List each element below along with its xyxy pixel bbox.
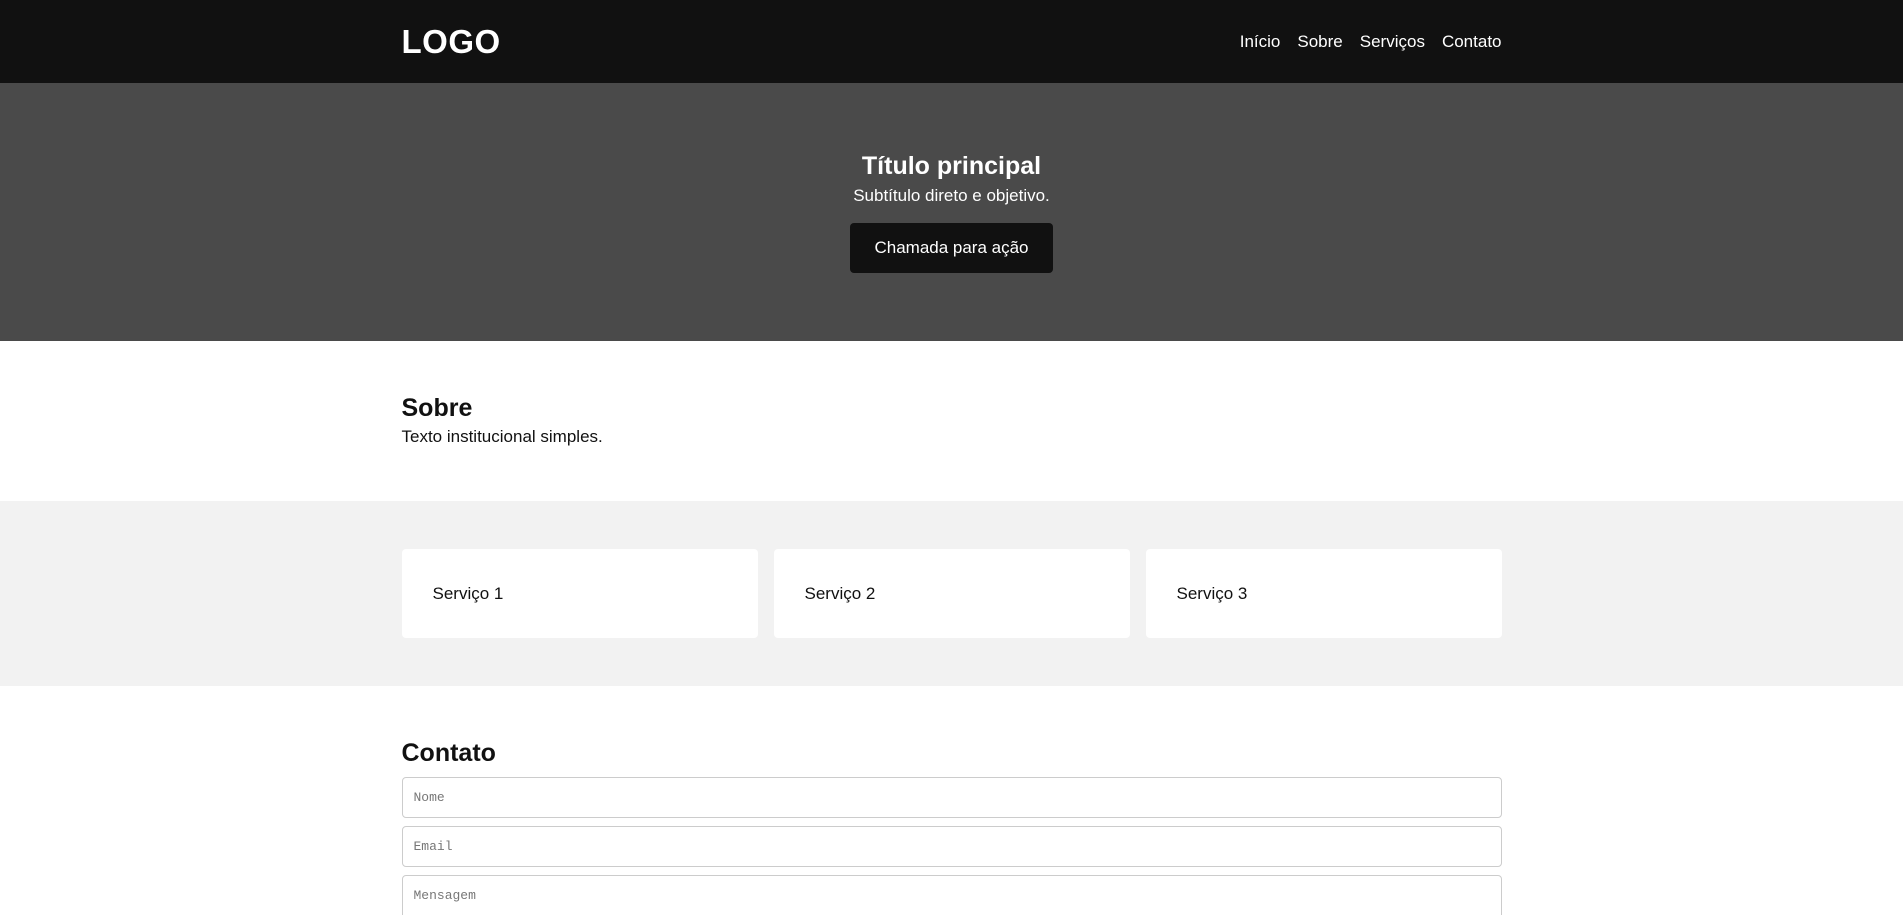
email-field[interactable] (401, 826, 1502, 867)
service-card-label: Serviço 3 (1176, 583, 1248, 603)
name-field[interactable] (401, 777, 1502, 818)
logo[interactable]: LOGO (402, 23, 501, 61)
about-title: Sobre (401, 394, 473, 422)
nav-link-inicio[interactable]: Início (1240, 32, 1281, 52)
about-text: Texto institucional simples. (401, 427, 603, 446)
service-card: Serviço 1 (401, 549, 758, 638)
contact-container: Contato (401, 738, 1502, 915)
services-grid: Serviço 1 Serviço 2 Serviço 3 (401, 549, 1502, 638)
service-card-label: Serviço 2 (804, 583, 876, 603)
nav-link-sobre[interactable]: Sobre (1297, 32, 1342, 52)
services-section: Serviço 1 Serviço 2 Serviço 3 (0, 501, 1903, 686)
hero-title: Título principal (861, 152, 1042, 180)
service-card: Serviço 3 (1145, 549, 1502, 638)
service-card: Serviço 2 (773, 549, 1130, 638)
contact-title: Contato (401, 739, 496, 767)
cta-button[interactable]: Chamada para ação (850, 223, 1053, 273)
hero-section: Título principal Subtítulo direto e obje… (0, 83, 1903, 341)
header-container: LOGO Início Sobre Serviços Contato (402, 0, 1502, 83)
nav-link-contato[interactable]: Contato (1442, 32, 1502, 52)
about-container: Sobre Texto institucional simples. (402, 393, 1502, 447)
main-nav: Início Sobre Serviços Contato (1240, 32, 1502, 52)
about-section: Sobre Texto institucional simples. (0, 341, 1903, 501)
contact-form (401, 777, 1502, 915)
contact-section: Contato (0, 686, 1903, 915)
hero-subtitle: Subtítulo direto e objetivo. (853, 186, 1050, 205)
service-card-label: Serviço 1 (432, 583, 504, 603)
nav-link-servicos[interactable]: Serviços (1360, 32, 1425, 52)
site-header: LOGO Início Sobre Serviços Contato (0, 0, 1903, 83)
message-field[interactable] (401, 875, 1502, 915)
